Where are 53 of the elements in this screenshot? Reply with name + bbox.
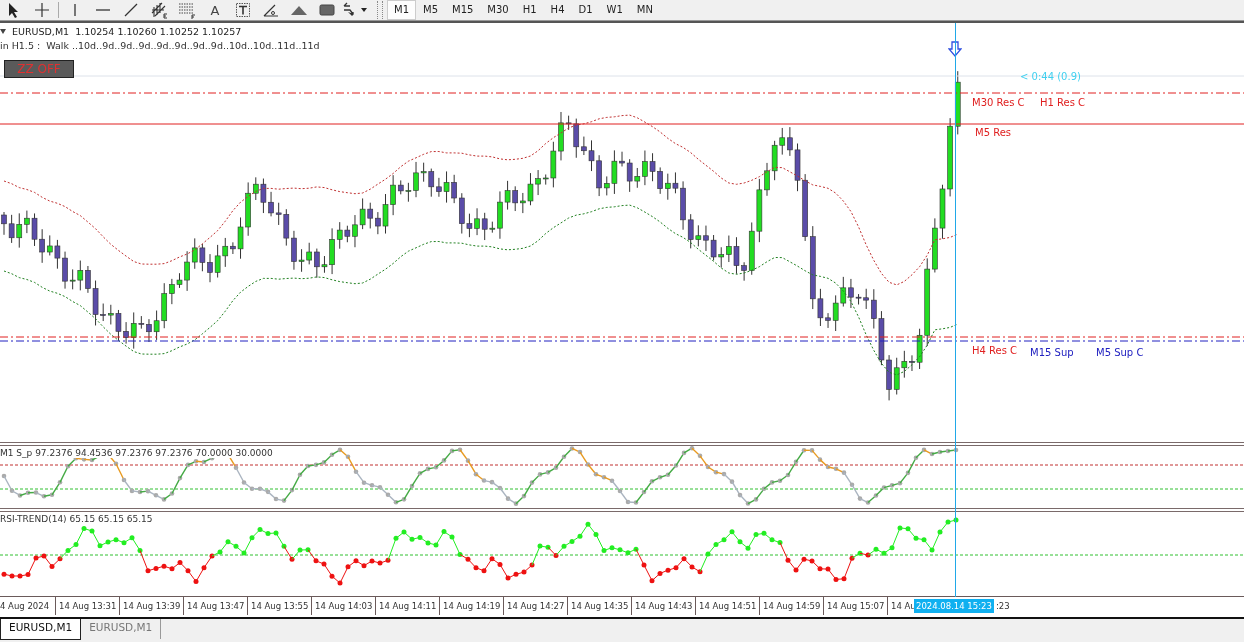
time-label: 14 Aug 14:19 — [439, 597, 503, 616]
time-label: 14 Aug 14:59 — [759, 597, 823, 616]
timeframe-button[interactable]: M1 — [387, 0, 416, 20]
text-tool-button[interactable]: A — [201, 0, 229, 20]
time-label: 14 Aug 14:27 — [503, 597, 567, 616]
timeframe-button[interactable]: D1 — [571, 0, 600, 20]
level-label: H1 Res C — [1040, 97, 1086, 109]
time-label: 14 Aug 15:07 — [823, 597, 887, 616]
timeframe-button[interactable]: H4 — [543, 0, 572, 20]
cursor-time-label: 2024.08.14 15:23 — [914, 599, 994, 614]
timeframe-button[interactable]: MN — [629, 0, 660, 20]
timeframe-button[interactable]: M30 — [480, 0, 516, 20]
candle-countdown: < 0:44 (0.9) — [1020, 71, 1081, 82]
chart-tab[interactable]: EURUSD,M1 — [0, 619, 82, 640]
indicator-header: M1 S_p 97.2376 94.4536 97.2376 97.2376 70.0000 30.0000 — [0, 448, 273, 459]
time-label: 14 Aug 14:51 — [695, 597, 759, 616]
time-label: 14 Aug 13:31 — [55, 597, 119, 616]
cursor-icon[interactable] — [8, 2, 20, 18]
level-label: M5 Res — [975, 127, 1012, 139]
level-label: M5 Sup C — [1096, 347, 1144, 359]
time-label: 14 Aug 14:11 — [375, 597, 439, 616]
horizontal-line-icon[interactable] — [95, 8, 111, 12]
rectangle-icon[interactable] — [319, 4, 335, 16]
ohlc-values: 1.10254 1.10260 1.10252 1.10257 — [75, 26, 242, 37]
angle-icon[interactable] — [262, 2, 280, 18]
level-label: M30 Res C — [972, 97, 1025, 109]
vertical-line-icon[interactable] — [73, 2, 77, 18]
time-label: 14 Aug 13:39 — [119, 597, 183, 616]
indicator-header: RSI-TREND(14) 65.15 65.15 65.15 — [0, 514, 153, 525]
level-label: M15 Sup — [1030, 347, 1074, 359]
timeframe-button[interactable]: M15 — [445, 0, 481, 20]
chart-tab[interactable]: EURUSD,M1 — [81, 619, 162, 639]
time-label: 14 Aug 13:55 — [247, 597, 311, 616]
level-label: H4 Res C — [972, 345, 1018, 357]
time-label: 14 Aug 14:43 — [631, 597, 695, 616]
fibonacci-lines-icon[interactable] — [178, 1, 196, 19]
triangle-icon[interactable] — [290, 4, 308, 16]
collapse-icon[interactable] — [0, 29, 6, 34]
time-label: 14 Aug 13:47 — [183, 597, 247, 616]
timeframe-button[interactable]: M5 — [416, 0, 445, 20]
symbol-label: EURUSD,M1 — [12, 26, 70, 37]
down-arrow-icon — [948, 41, 962, 57]
text-label-icon[interactable] — [235, 2, 251, 18]
trendline-icon[interactable] — [123, 2, 139, 18]
time-label: 14 Aug 14:35 — [567, 597, 631, 616]
timeframe-button[interactable]: W1 — [599, 0, 630, 20]
timeframe-button[interactable]: H1 — [515, 0, 544, 20]
indicator-info: in H1.5 : Walk ..10d..9d..9d..9d..9d..9d..9d..9d..10d..10d..11d..11d — [0, 40, 320, 51]
time-label: 4 Aug 2024 — [0, 600, 51, 614]
arrows-dropdown-icon[interactable] — [342, 2, 368, 18]
time-label: :23 — [996, 600, 1010, 613]
time-label: 14 Aug 14:03 — [311, 597, 375, 616]
crosshair-icon[interactable] — [34, 2, 50, 18]
